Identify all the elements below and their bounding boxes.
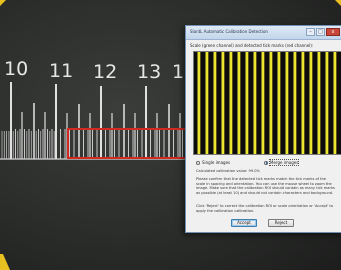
radio-label: Merge images [268,159,300,166]
ruler-number-11: 11 [49,60,74,82]
accept-button[interactable]: Accept [231,219,257,227]
ruler-number-13: 13 [137,61,162,83]
radio-icon [196,160,200,165]
radio-label: Single images [202,160,231,165]
minimize-button[interactable]: – [306,28,315,36]
ruler-number-12: 12 [93,61,118,83]
radio-single-images[interactable]: Single images [196,160,230,165]
preview-caption: Scale (green channel) and detected tick … [190,43,314,48]
instructions-text: Please confirm that the detected tick ma… [196,177,335,195]
calibration-dialog: SlantL Automatic Calibration Detection –… [185,25,341,233]
dialog-titlebar[interactable]: SlantL Automatic Calibration Detection –… [186,26,341,40]
radio-selected-icon [264,160,268,165]
radio-merge-images[interactable]: Merge images [264,159,300,166]
maximize-button[interactable]: □ [316,28,325,36]
tick-detection-preview[interactable] [193,51,341,155]
reject-button[interactable]: Reject [268,219,294,227]
ruler-number-10: 10 [4,58,29,80]
dialog-title: SlantL Automatic Calibration Detection [190,29,268,34]
window-controls: – □ x [306,28,340,36]
dense-ticks [1,131,55,159]
calibration-value-text: Calculated calibration value: 99.0% [196,169,260,173]
close-button[interactable]: x [326,28,340,36]
instructions-text-2: Click 'Reject' to correct the calibratio… [196,204,333,213]
